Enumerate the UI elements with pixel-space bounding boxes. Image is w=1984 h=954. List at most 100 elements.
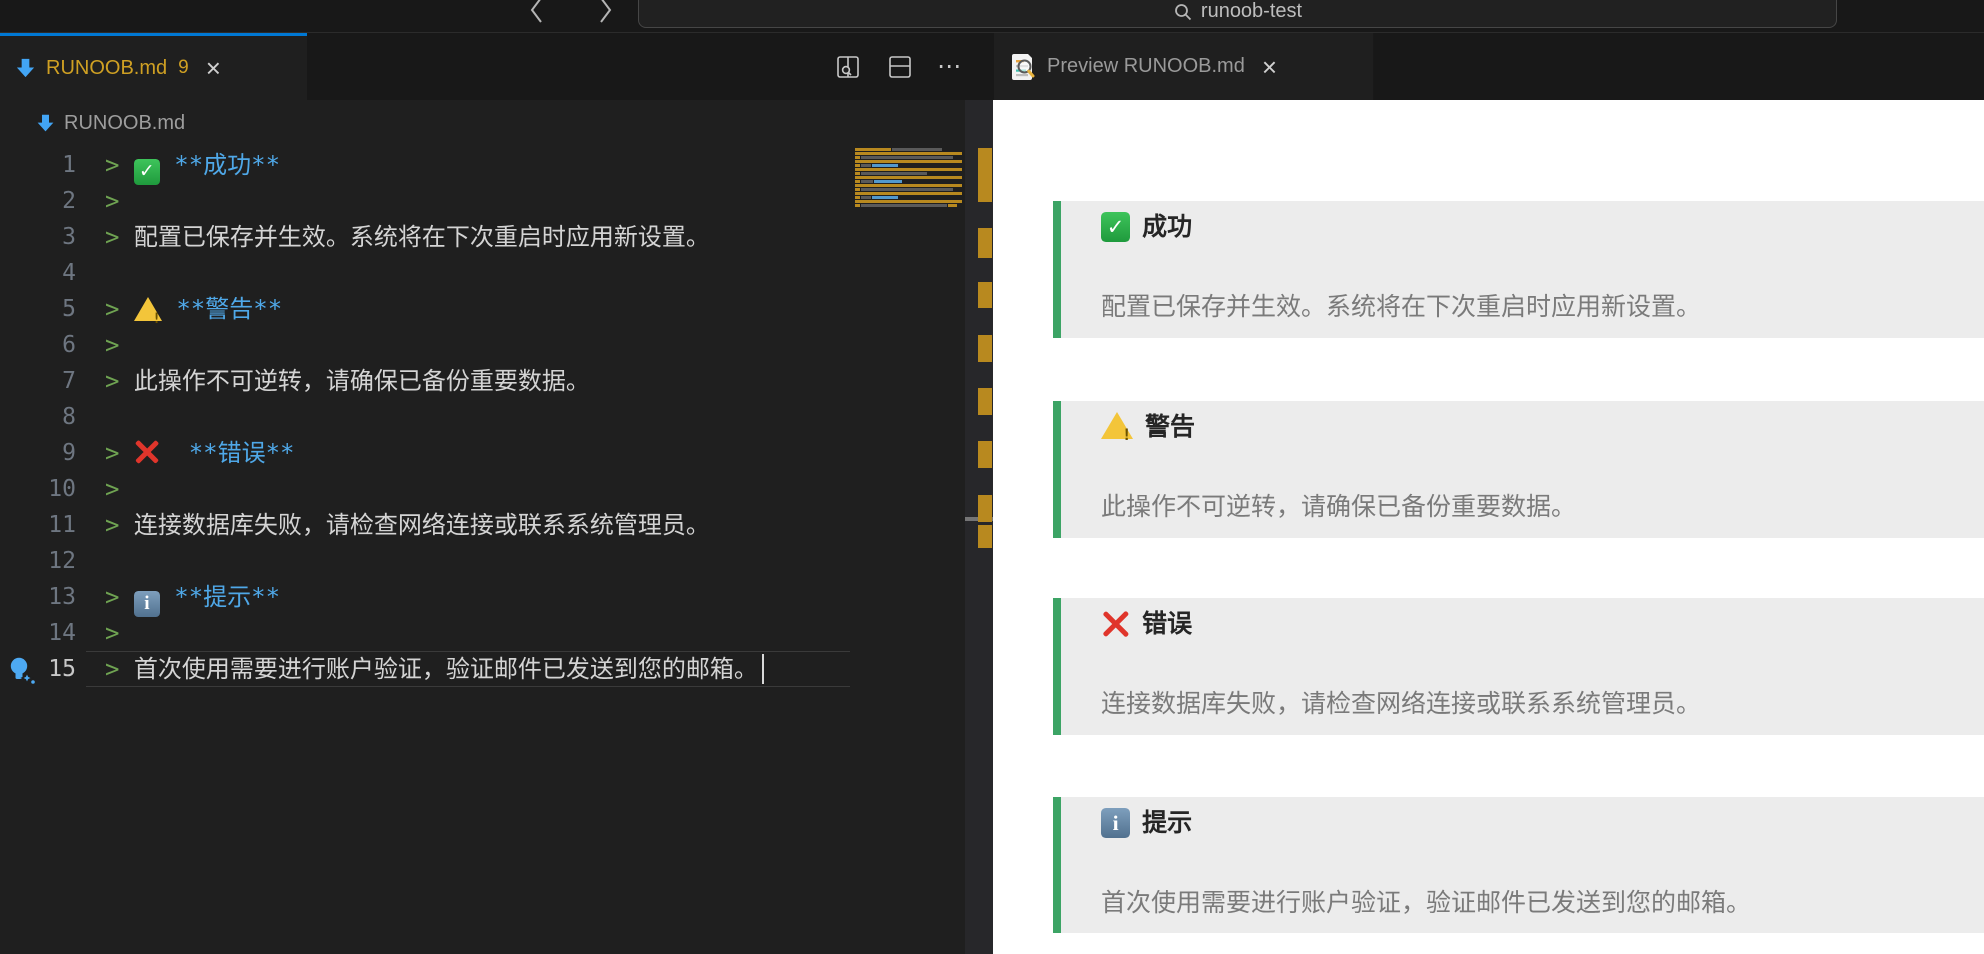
alert-title: 警告	[1101, 409, 1195, 445]
code-token: >	[105, 223, 134, 251]
code-action-lightbulb[interactable]	[6, 655, 36, 685]
tab-label: RUNOOB.md	[46, 56, 168, 79]
editor-line[interactable]: 9 > **错误**	[0, 435, 965, 471]
warning-squiggle: xxxxxxxxxxxxxxxxxxxxxxxx	[733, 678, 759, 687]
alert-blockquote: 警告此操作不可逆转，请确保已备份重要数据。	[1053, 401, 1984, 538]
preview-side-icon	[837, 55, 859, 78]
warning-ruler-mark	[978, 495, 992, 522]
warning-ruler-mark	[978, 441, 992, 468]
code-token: >	[105, 187, 134, 215]
editor-line[interactable]: 10> xxxxxxxxxxxxxxxxxxxxxxxx	[0, 471, 965, 507]
code-token: >	[105, 367, 134, 395]
editor-line[interactable]: 4xxxxxxxxxxxxxxxxxxxxxxxx	[0, 255, 965, 291]
split-editor-icon	[889, 55, 911, 78]
line-number: 14	[48, 620, 76, 646]
lightbulb-sparkle-icon	[10, 657, 35, 685]
editor-line[interactable]: 7 > 此操作不可逆转，请确保已备份重要数据。	[0, 363, 965, 399]
code-token: **提示**	[159, 583, 281, 611]
breadcrumb[interactable]: RUNOOB.md	[0, 100, 185, 146]
line-content: >	[105, 183, 134, 219]
preview-tab-bar: Preview RUNOOB.md ×	[993, 33, 1984, 100]
code-token: >	[105, 151, 134, 179]
markdown-preview-pane[interactable]: 成功配置已保存并生效。系统将在下次重启时应用新设置。警告此操作不可逆转，请确保已…	[993, 100, 1984, 954]
code-token: >	[105, 511, 134, 539]
editor-line[interactable]: 5 > **警告**	[0, 291, 965, 327]
cross-emoji-icon	[1101, 609, 1130, 638]
alert-body-text: 配置已保存并生效。系统将在下次重启时应用新设置。	[1101, 293, 1702, 321]
editor-line[interactable]: 2> xxxxxxxxxxxxxxxxxxxxxxxx	[0, 183, 965, 219]
line-number: 3	[62, 224, 76, 250]
editor-line[interactable]: 13 > **提示**	[0, 579, 965, 617]
code-token: >	[105, 439, 134, 467]
line-number: 8	[62, 404, 76, 430]
markdown-file-icon	[16, 58, 35, 77]
breadcrumb-label: RUNOOB.md	[64, 111, 186, 134]
title-bar: runoob-test	[0, 0, 1984, 33]
minimap[interactable]	[855, 147, 963, 207]
code-token: **错误**	[159, 439, 295, 467]
line-content: > **提示**	[105, 579, 280, 617]
line-content: > **警告**	[105, 291, 282, 327]
open-preview-side-button[interactable]	[833, 52, 863, 82]
warn-emoji-icon	[1101, 412, 1133, 440]
close-tab-button[interactable]: ×	[206, 55, 221, 81]
tab-runoob-md[interactable]: RUNOOB.md 9 ×	[0, 33, 307, 100]
editor-line[interactable]: 12xxxxxxxxxxxxxxxxxxxxxxxx	[0, 543, 965, 579]
command-center-search[interactable]: runoob-test	[638, 0, 1837, 28]
code-token: >	[105, 295, 134, 323]
editor-line[interactable]: 8xxxxxxxxxxxxxxxxxxxxxxxx	[0, 399, 965, 435]
tab-preview-runoob-md[interactable]: Preview RUNOOB.md ×	[994, 33, 1374, 100]
markdown-file-icon	[37, 114, 54, 131]
alert-title-text: 提示	[1142, 809, 1193, 837]
code-token: 连接数据库失败，请检查网络连接或联系系统管理员。	[133, 511, 710, 539]
navigate-back-button[interactable]	[524, 0, 550, 27]
editor-line[interactable]: 1> **成功**xxxxxxxxxxxxxxxxxxxxxxxx	[0, 147, 965, 185]
tab-label: Preview RUNOOB.md	[1047, 55, 1245, 77]
editor-actions: ⋯	[833, 33, 963, 100]
warning-squiggle: xxxxxxxxxxxxxxxxxxxxxxxx	[133, 174, 311, 183]
alert-title: 成功	[1101, 209, 1192, 245]
info-emoji-icon	[1101, 808, 1131, 838]
alert-title-text: 警告	[1145, 413, 1196, 441]
editor-line[interactable]: 11 > 连接数据库失败，请检查网络连接或联系系统管理员。	[0, 507, 965, 543]
editor-line[interactable]: 6> xxxxxxxxxxxxxxxxxxxxxxxx	[0, 327, 965, 363]
command-center-text: runoob-test	[1200, 0, 1303, 22]
alert-body-text: 此操作不可逆转，请确保已备份重要数据。	[1101, 493, 1577, 521]
line-number: 13	[48, 584, 76, 610]
line-content: > 首次使用需要进行账户验证，验证邮件已发送到您的邮箱。	[105, 651, 758, 687]
alert-blockquote: 错误 连接数据库失败，请检查网络连接或联系系统管理员。	[1053, 598, 1984, 735]
split-editor-button[interactable]	[885, 52, 915, 82]
more-actions-button[interactable]: ⋯	[937, 52, 963, 81]
vscode-window: runoob-test RUNOOB.md 9 × ⋯ Preview RUNO…	[0, 0, 1984, 954]
warning-ruler-mark	[978, 228, 992, 258]
check-emoji-icon	[1101, 212, 1131, 242]
line-number: 11	[48, 512, 76, 538]
line-number: 10	[48, 476, 76, 502]
line-number: 4	[62, 260, 76, 286]
warning-ruler-mark	[978, 282, 992, 308]
code-token: 此操作不可逆转，请确保已备份重要数据。	[133, 367, 590, 395]
alert-title: 错误	[1101, 606, 1192, 642]
alert-blockquote: 提示首次使用需要进行账户验证，验证邮件已发送到您的邮箱。	[1053, 797, 1984, 933]
editor-line[interactable]: 3 > 配置已保存并生效。系统将在下次重启时应用新设置。	[0, 219, 965, 255]
cross-emoji-icon	[134, 439, 160, 465]
editor-tab-bar: RUNOOB.md 9 × ⋯	[0, 33, 993, 100]
warning-ruler-mark	[978, 388, 992, 415]
info-emoji-icon	[133, 590, 160, 617]
editor-line[interactable]: 15> 首次使用需要进行账户验证，验证邮件已发送到您的邮箱。xxxxxxxxxx…	[0, 651, 965, 687]
warn-emoji-icon	[133, 296, 162, 321]
code-token: >	[105, 619, 134, 647]
problems-badge: 9	[178, 57, 189, 78]
editor-line[interactable]: 14> xxxxxxxxxxxxxxxxxxxxxxxx	[0, 615, 965, 651]
editor-pane[interactable]: RUNOOB.md 1> **成功**xxxxxxxxxxxxxxxxxxxxx…	[0, 100, 993, 954]
code-token: **警告**	[161, 295, 283, 323]
close-tab-button[interactable]: ×	[1262, 54, 1277, 80]
warning-ruler-mark	[978, 148, 992, 202]
chevron-right-icon	[600, 0, 612, 23]
line-number: 5	[62, 296, 76, 322]
navigate-forward-button[interactable]	[592, 0, 618, 27]
code-token: >	[105, 583, 134, 611]
text-cursor	[762, 654, 764, 684]
overview-ruler[interactable]	[965, 100, 993, 954]
code-token: >	[105, 475, 134, 503]
